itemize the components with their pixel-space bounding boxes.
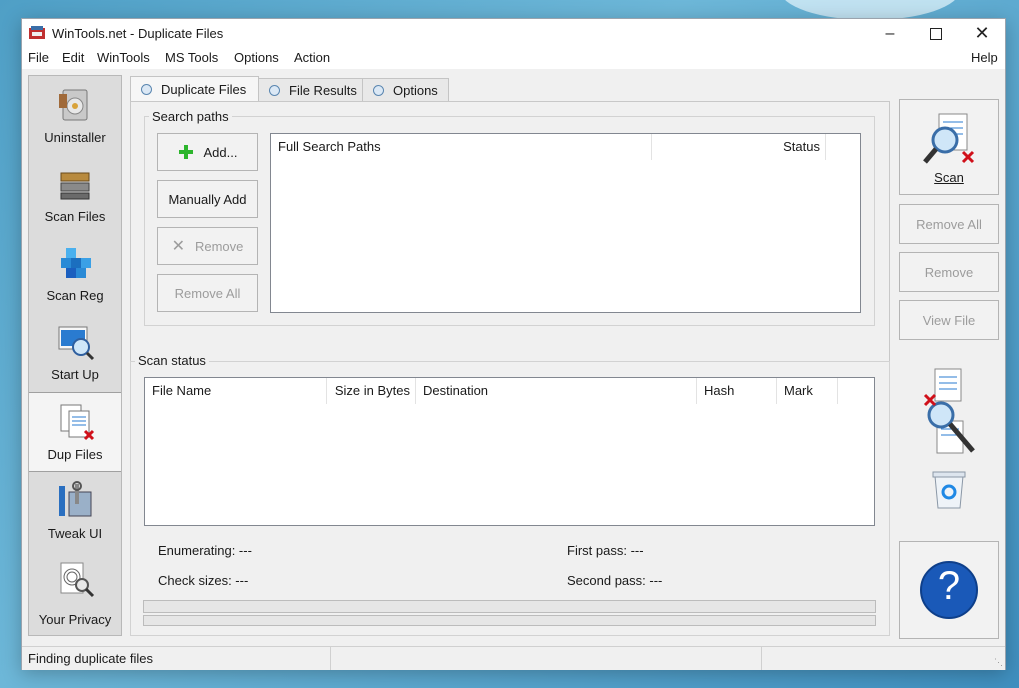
remove-all-button[interactable]: Remove All bbox=[899, 204, 999, 244]
tab-duplicate-files[interactable]: Duplicate Files bbox=[130, 76, 259, 102]
app-icon bbox=[29, 26, 45, 39]
tab-label: Options bbox=[393, 82, 438, 98]
status-segment-middle bbox=[331, 647, 762, 670]
tab-radio-icon bbox=[141, 84, 152, 95]
close-icon: ✕ bbox=[974, 23, 990, 43]
tab-label: File Results bbox=[289, 82, 357, 98]
app-window: WinTools.net - Duplicate Files – ✕ File … bbox=[21, 18, 1006, 670]
scan-icon bbox=[923, 113, 975, 164]
privacy-icon bbox=[60, 562, 95, 598]
scan-button-label: Scan bbox=[934, 169, 964, 185]
sidebar-label: Scan Reg bbox=[46, 288, 104, 303]
tab-options[interactable]: Options bbox=[362, 78, 449, 101]
column-header-size[interactable]: Size in Bytes bbox=[327, 378, 416, 404]
sidebar-label: Start Up bbox=[51, 367, 99, 382]
maximize-button[interactable] bbox=[913, 19, 959, 48]
remove-all-paths-button[interactable]: Remove All bbox=[157, 274, 258, 312]
remove-path-label: Remove bbox=[194, 238, 244, 254]
remove-all-label: Remove All bbox=[916, 216, 982, 232]
menu-action[interactable]: Action bbox=[294, 50, 330, 65]
progress-bar-primary bbox=[143, 600, 876, 613]
help-glyph: ? bbox=[937, 564, 961, 608]
startup-icon bbox=[58, 326, 95, 361]
tab-file-results[interactable]: File Results bbox=[258, 78, 363, 101]
progress-bar-secondary bbox=[143, 615, 876, 626]
second-pass-status: Second pass: --- bbox=[567, 573, 663, 588]
column-header-mark[interactable]: Mark bbox=[777, 378, 838, 404]
plus-icon bbox=[178, 145, 193, 159]
tab-radio-icon bbox=[373, 84, 384, 96]
sidebar-item-uninstaller[interactable]: Uninstaller bbox=[29, 76, 121, 154]
tab-label: Duplicate Files bbox=[161, 82, 247, 97]
status-bar: Finding duplicate files ⋱ bbox=[22, 646, 1005, 670]
sidebar-item-dup-files[interactable]: Dup Files bbox=[29, 392, 121, 472]
menu-file[interactable]: File bbox=[28, 50, 49, 65]
close-button[interactable]: ✕ bbox=[959, 19, 1005, 48]
add-button[interactable]: Add... bbox=[157, 133, 258, 171]
menu-ms-tools[interactable]: MS Tools bbox=[165, 50, 218, 65]
scan-results-list[interactable]: File Name Size in Bytes Destination Hash… bbox=[144, 377, 875, 526]
column-header-hash[interactable]: Hash bbox=[697, 378, 777, 404]
search-paths-list[interactable]: Full Search Paths Status bbox=[270, 133, 861, 313]
menu-bar: File Edit WinTools MS Tools Options Acti… bbox=[22, 48, 1005, 69]
resize-grip-icon[interactable]: ⋱ bbox=[994, 657, 1003, 668]
uninstaller-icon bbox=[59, 89, 88, 121]
minimize-icon: – bbox=[885, 24, 895, 42]
column-header-full-search-paths[interactable]: Full Search Paths bbox=[271, 134, 652, 160]
recycle-bin-icon bbox=[932, 471, 966, 509]
sidebar-item-your-privacy[interactable]: Your Privacy bbox=[29, 551, 121, 635]
help-button[interactable]: ? bbox=[899, 541, 999, 639]
sidebar-item-scan-reg[interactable]: Scan Reg bbox=[29, 234, 121, 312]
sidebar-label: Uninstaller bbox=[44, 130, 106, 145]
sidebar-label: Your Privacy bbox=[38, 612, 112, 627]
check-sizes-status: Check sizes: --- bbox=[158, 573, 249, 588]
view-file-button[interactable]: View File bbox=[899, 300, 999, 340]
first-pass-status: First pass: --- bbox=[567, 543, 644, 558]
sidebar-item-scan-files[interactable]: Scan Files bbox=[29, 155, 121, 233]
manually-add-button[interactable]: Manually Add bbox=[157, 180, 258, 218]
view-file-label: View File bbox=[922, 312, 976, 328]
scan-button[interactable]: Scan bbox=[899, 99, 999, 195]
status-segment-main: Finding duplicate files bbox=[22, 647, 331, 670]
column-header-file-name[interactable]: File Name bbox=[145, 378, 327, 404]
tweak-ui-icon bbox=[59, 481, 92, 517]
search-paths-title: Search paths bbox=[149, 109, 232, 124]
scan-status-title: Scan status bbox=[135, 353, 209, 368]
tab-radio-icon bbox=[269, 84, 280, 96]
scan-reg-icon bbox=[61, 248, 91, 278]
sidebar-label: Tweak UI bbox=[47, 526, 103, 541]
duplicate-search-illustration-icon bbox=[923, 368, 975, 454]
remove-button[interactable]: Remove bbox=[899, 252, 999, 292]
menu-wintools[interactable]: WinTools bbox=[97, 50, 150, 65]
sidebar-item-tweak-ui[interactable]: Tweak UI bbox=[29, 472, 121, 550]
menu-help[interactable]: Help bbox=[971, 50, 998, 65]
menu-edit[interactable]: Edit bbox=[62, 50, 84, 65]
minimize-button[interactable]: – bbox=[867, 19, 913, 48]
enumerating-status: Enumerating: --- bbox=[158, 543, 252, 558]
add-button-label: Add... bbox=[203, 144, 238, 160]
sidebar-item-start-up[interactable]: Start Up bbox=[29, 313, 121, 391]
maximize-icon bbox=[930, 27, 942, 40]
scan-files-icon bbox=[60, 172, 90, 200]
menu-options[interactable]: Options bbox=[234, 50, 279, 65]
status-text: Finding duplicate files bbox=[28, 651, 154, 666]
sidebar-label: Scan Files bbox=[44, 209, 106, 224]
sidebar-label: Dup Files bbox=[47, 447, 103, 462]
remove-all-paths-label: Remove All bbox=[174, 285, 241, 301]
remove-label: Remove bbox=[924, 264, 974, 280]
title-bar: WinTools.net - Duplicate Files – ✕ bbox=[22, 19, 1005, 48]
dup-files-icon bbox=[60, 404, 95, 441]
manually-add-label: Manually Add bbox=[168, 191, 247, 207]
x-icon: ✕ bbox=[171, 238, 185, 255]
column-header-status[interactable]: Status bbox=[652, 134, 826, 160]
tool-sidebar: Uninstaller Scan Files Scan Reg Start Up… bbox=[28, 75, 122, 636]
remove-path-button[interactable]: ✕ Remove bbox=[157, 227, 258, 265]
window-title: WinTools.net - Duplicate Files bbox=[52, 26, 224, 41]
column-header-destination[interactable]: Destination bbox=[416, 378, 697, 404]
